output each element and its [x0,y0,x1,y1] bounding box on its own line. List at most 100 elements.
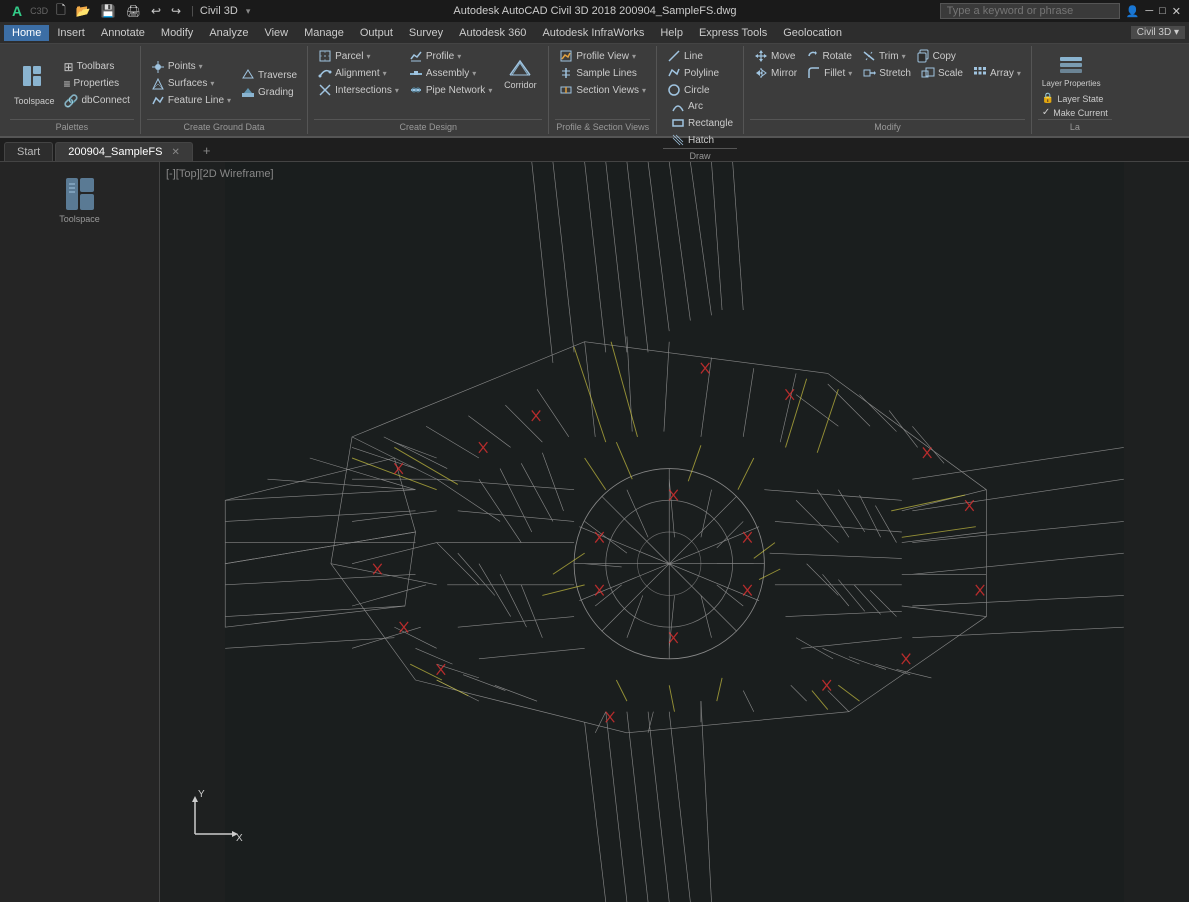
copy-label: Copy [933,51,956,62]
dbconnect-btn[interactable]: 🔗dbConnect [60,93,134,109]
modify-label: Modify [750,119,1025,132]
menu-geolocation[interactable]: Geolocation [775,25,850,41]
menu-insert[interactable]: Insert [49,25,93,41]
palettes-label: Palettes [10,119,134,132]
new-btn[interactable]: 🗋 [52,0,70,24]
menu-analyze[interactable]: Analyze [201,25,256,41]
axis-indicator: Y X [180,779,250,852]
menu-help[interactable]: Help [652,25,691,41]
minimize-btn[interactable]: ─ [1145,5,1153,17]
workspace-switcher[interactable]: Civil 3D ▾ [1131,26,1185,39]
scale-btn[interactable]: Scale [917,65,967,81]
pipe-network-label: Pipe Network [426,85,485,96]
feature-line-btn[interactable]: Feature Line ▾ [147,93,235,109]
ribbon-group-modify: Move Rotate Trim ▾ Copy [744,46,1032,134]
stretch-icon [862,66,876,80]
profile-section-label: Profile & Section Views [555,119,650,132]
assembly-btn[interactable]: Assembly ▾ [405,65,496,81]
toolbars-btn[interactable]: ⊞Toolbars [60,59,134,75]
redo-btn[interactable]: ↪ [167,2,185,20]
fillet-btn[interactable]: Fillet ▾ [803,65,856,81]
doc-tab-add-btn[interactable]: + [195,140,219,161]
doc-tab-sample[interactable]: 200904_SampleFS ✕ [55,142,193,161]
search-input[interactable] [940,3,1120,19]
circle-btn[interactable]: Circle [663,82,723,98]
grading-btn[interactable]: Grading [237,84,301,100]
polyline-btn[interactable]: Polyline [663,65,723,81]
circle-icon [667,83,681,97]
fillet-icon [807,66,821,80]
menu-modify[interactable]: Modify [153,25,201,41]
close-btn[interactable]: ✕ [1172,5,1181,18]
section-views-btn[interactable]: Section Views ▾ [555,82,650,98]
layer-state-btn[interactable]: 🔒Layer State [1038,92,1112,105]
traverse-btn[interactable]: Traverse [237,67,301,83]
array-icon [973,66,987,80]
traverse-icon [241,68,255,82]
pipe-network-btn[interactable]: Pipe Network ▾ [405,82,496,98]
save-btn[interactable]: 💾 [97,2,120,20]
toolspace-btn[interactable]: Toolspace [10,50,59,118]
doc-tab-close-btn[interactable]: ✕ [171,147,179,158]
menu-output[interactable]: Output [352,25,401,41]
ribbon-group-profile-section: Profile View ▾ Sample Lines Section View… [549,46,657,134]
toolspace-panel[interactable]: Toolspace [53,170,106,230]
toolspace-panel-icon [64,176,96,212]
intersections-btn[interactable]: Intersections ▾ [314,82,403,98]
mirror-btn[interactable]: Mirror [750,65,801,81]
layer-make-current-btn[interactable]: ✓Make Current [1038,106,1112,119]
svg-text:Y: Y [198,789,205,800]
maximize-btn[interactable]: □ [1159,5,1166,17]
parcel-btn[interactable]: Parcel ▾ [314,48,403,64]
grading-icon [241,85,255,99]
trim-btn[interactable]: Trim ▾ [858,48,910,64]
hatch-btn[interactable]: Hatch [667,132,737,148]
doc-tab-start[interactable]: Start [4,142,53,161]
scale-label: Scale [938,68,963,79]
surfaces-btn[interactable]: Surfaces ▾ [147,76,235,92]
grading-label: Grading [258,87,294,98]
app-title: Civil 3D [200,5,238,17]
menu-home[interactable]: Home [4,25,49,41]
menu-manage[interactable]: Manage [296,25,352,41]
layer-properties-btn[interactable]: Layer Properties [1038,48,1105,92]
app-menu-btn[interactable]: A [8,3,26,19]
print-btn[interactable]: 🖨 [122,2,145,20]
undo-btn[interactable]: ↩ [147,2,165,20]
rectangle-btn[interactable]: Rectangle [667,115,737,131]
rotate-btn[interactable]: Rotate [801,48,855,64]
profile-btn[interactable]: Profile ▾ [405,48,496,64]
quick-access-toolbar[interactable]: A C3D 🗋 📂 💾 🖨 ↩ ↪ | Civil 3D ▾ [8,0,250,24]
corridor-btn[interactable]: Corridor [498,48,542,98]
feature-line-icon [151,94,165,108]
array-btn[interactable]: Array ▾ [969,65,1025,81]
layers-group-label: La [1038,119,1112,132]
move-btn[interactable]: Move [750,48,799,64]
arc-btn[interactable]: Arc [667,98,737,114]
menu-view[interactable]: View [256,25,296,41]
profile-label: Profile [426,51,454,62]
user-icon[interactable]: 👤 [1126,5,1140,18]
menu-infraworks[interactable]: Autodesk InfraWorks [534,25,652,41]
points-btn[interactable]: Points ▾ [147,59,235,75]
open-btn[interactable]: 📂 [72,2,95,20]
line-btn[interactable]: Line [663,48,723,64]
copy-btn[interactable]: Copy [912,48,960,64]
section-views-icon [559,83,573,97]
menu-autodesk360[interactable]: Autodesk 360 [451,25,534,41]
menu-annotate[interactable]: Annotate [93,25,153,41]
stretch-btn[interactable]: Stretch [858,65,915,81]
viewport-label: [-][Top][2D Wireframe] [166,168,274,180]
properties-btn[interactable]: ≡Properties [60,76,134,92]
cad-drawing[interactable] [160,162,1189,902]
viewport-area[interactable]: [-][Top][2D Wireframe] [160,162,1189,902]
sample-lines-btn[interactable]: Sample Lines [555,65,650,81]
rotate-icon [805,49,819,63]
ribbon-group-palettes: Toolspace ⊞Toolbars ≡Properties 🔗dbConne… [4,46,141,134]
menu-survey[interactable]: Survey [401,25,451,41]
fillet-label: Fillet [824,68,845,79]
alignment-btn[interactable]: Alignment ▾ [314,65,403,81]
profile-view-btn[interactable]: Profile View ▾ [555,48,650,64]
menu-express-tools[interactable]: Express Tools [691,25,775,41]
points-label: Points [168,61,196,72]
